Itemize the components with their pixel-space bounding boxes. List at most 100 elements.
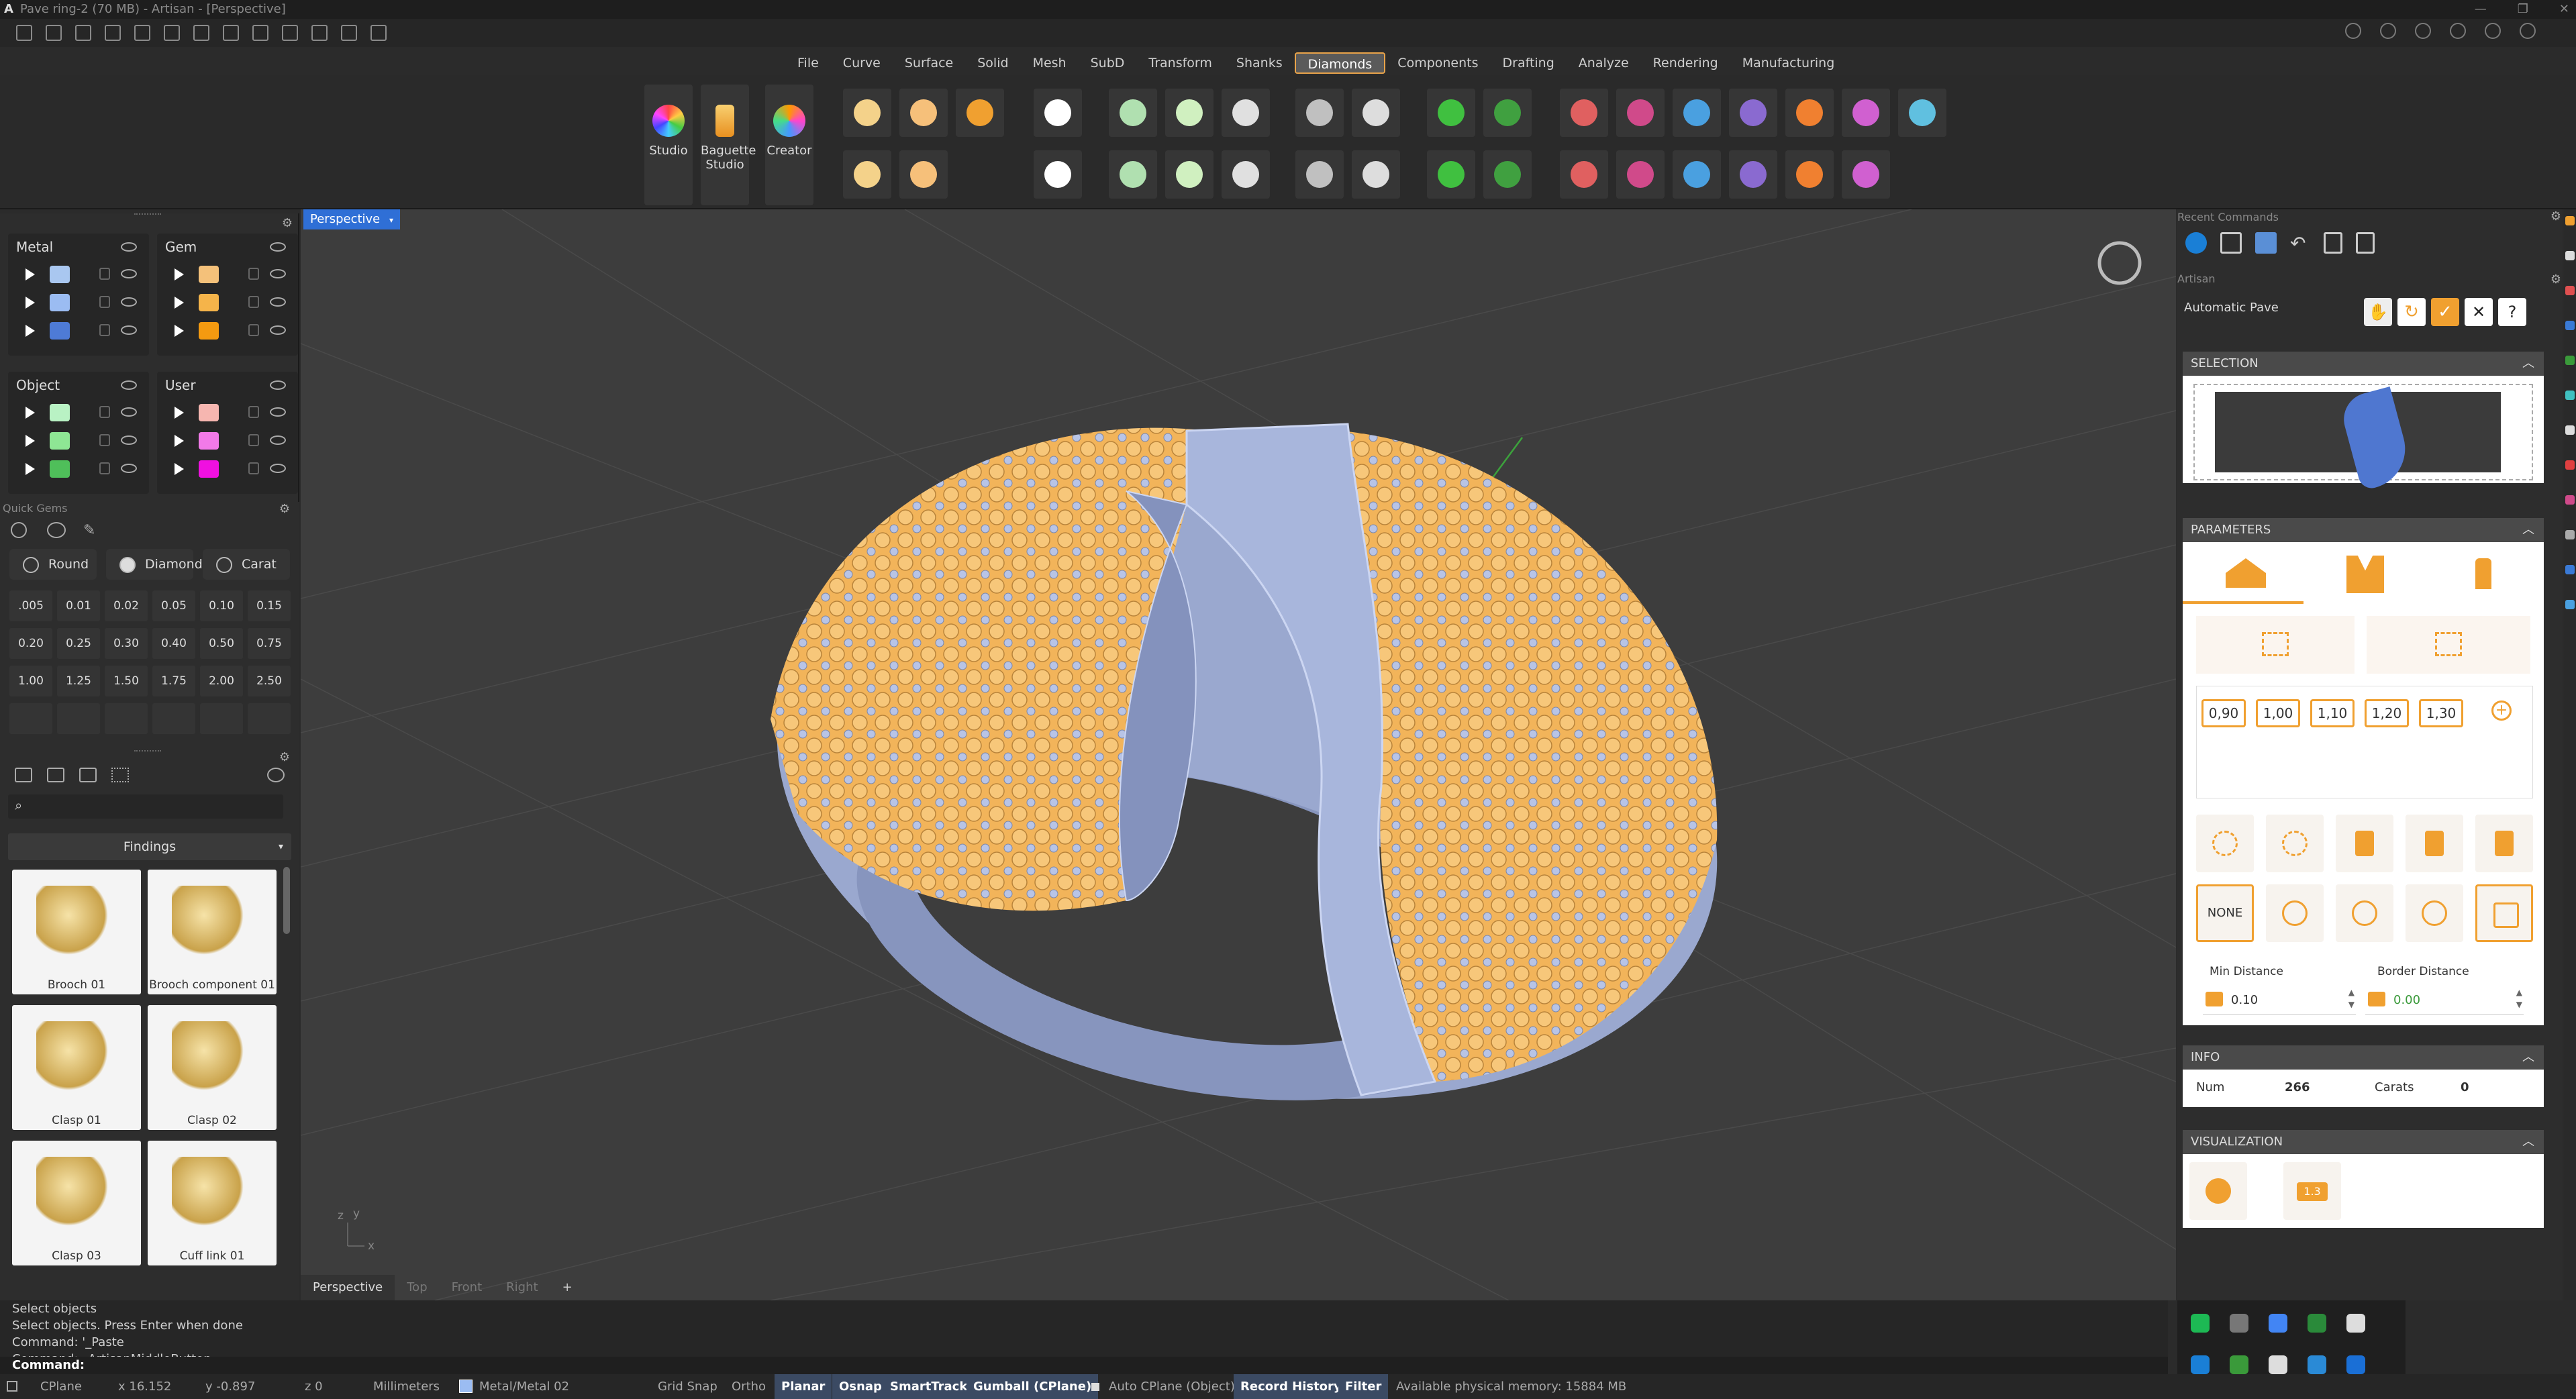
eye-icon[interactable] [121, 464, 137, 473]
cube-icon[interactable] [2415, 23, 2431, 39]
lock-icon[interactable] [248, 434, 259, 446]
lock-icon[interactable] [248, 296, 259, 308]
layer-row[interactable] [8, 289, 149, 317]
gem-size-button[interactable]: 0.02 [105, 590, 148, 621]
ribbon-tool-8-1[interactable] [1352, 150, 1400, 199]
tab-file[interactable]: File [785, 52, 831, 74]
expand-icon[interactable] [26, 463, 35, 475]
gem-size-value-button[interactable]: 1,30 [2419, 699, 2463, 727]
cplane-icon[interactable] [7, 1381, 17, 1392]
gem-shape-button[interactable] [105, 703, 148, 734]
ribbon-tool-7-0[interactable] [1295, 89, 1344, 137]
ribbon-tool-13-0[interactable] [1673, 89, 1721, 137]
filter-toggle[interactable]: Filter [1338, 1374, 1389, 1399]
expand-icon[interactable] [26, 297, 35, 309]
ribbon-tool-15-1[interactable] [1785, 150, 1834, 199]
gem-size-value-button[interactable]: 1,00 [2256, 699, 2300, 727]
info-header[interactable]: INFO ︿ [2183, 1045, 2544, 1070]
layers-icon[interactable] [2345, 23, 2361, 39]
gem-size-button[interactable]: 0.05 [152, 590, 195, 621]
ribbon-tool-11-0[interactable] [1560, 89, 1608, 137]
panel-grip[interactable] [134, 750, 161, 756]
gem-size-button[interactable]: 0.25 [57, 628, 100, 659]
open-folder-icon[interactable] [75, 25, 91, 41]
layer-color-swatch[interactable] [199, 460, 219, 478]
library-item[interactable]: Clasp 03 [12, 1141, 141, 1265]
save-as-icon[interactable] [193, 25, 209, 41]
delete-button[interactable] [2475, 815, 2533, 872]
parameters-header[interactable]: PARAMETERS ︿ [2183, 518, 2544, 542]
ribbon-tool-10-1[interactable] [1483, 150, 1532, 199]
side-tool-icon[interactable] [2565, 495, 2575, 505]
layer-row[interactable] [157, 260, 298, 289]
gem-size-button[interactable]: 0.50 [200, 628, 243, 659]
gem-size-button[interactable]: 0.10 [200, 590, 243, 621]
recent-command-1-icon[interactable] [2185, 232, 2207, 254]
eye-icon[interactable] [270, 380, 286, 390]
baguette-studio-button[interactable]: Baguette Studio [701, 85, 756, 205]
ribbon-tool-0-1[interactable] [843, 150, 891, 199]
eye-icon[interactable] [121, 435, 137, 445]
gear-icon[interactable]: ⚙ [279, 750, 290, 764]
expand-icon[interactable] [26, 325, 35, 337]
ribbon-tool-1-0[interactable] [899, 89, 948, 137]
refresh-icon[interactable]: ↻ [2397, 298, 2426, 326]
lock-icon[interactable] [248, 268, 259, 280]
tab-diamonds[interactable]: Diamonds [1294, 52, 1386, 74]
eye-icon[interactable] [121, 269, 137, 278]
viewport-title[interactable]: Perspective ▾ [303, 209, 401, 229]
minimize-icon[interactable]: — [2475, 0, 2487, 19]
tray-app-icon[interactable] [2269, 1314, 2287, 1333]
auto-fill-button[interactable] [2367, 616, 2530, 674]
expand-icon[interactable] [175, 297, 184, 309]
lock-icon[interactable] [99, 324, 110, 336]
gem-size-button[interactable]: 1.00 [9, 666, 52, 696]
layer-row[interactable] [157, 455, 298, 483]
visualization-header[interactable]: VISUALIZATION ︿ [2183, 1130, 2544, 1154]
new-file-icon[interactable] [16, 25, 32, 41]
tab-transform[interactable]: Transform [1136, 52, 1224, 74]
gear-tool-icon[interactable] [341, 25, 357, 41]
layer-group-header[interactable]: Object [8, 372, 149, 399]
folder-icon[interactable] [15, 768, 32, 782]
pattern-1-button[interactable] [2266, 884, 2324, 942]
expand-icon[interactable] [175, 463, 184, 475]
lock-icon[interactable] [248, 462, 259, 474]
eye-icon[interactable] [270, 407, 286, 417]
gem-size-button[interactable]: 1.50 [105, 666, 148, 696]
gem-size-button[interactable]: 0.01 [57, 590, 100, 621]
eye-icon[interactable] [270, 269, 286, 278]
side-tool-icon[interactable] [2565, 425, 2575, 435]
save-icon[interactable] [164, 25, 180, 41]
tab-drafting[interactable]: Drafting [1491, 52, 1567, 74]
expand-icon[interactable] [175, 435, 184, 447]
expand-icon[interactable] [26, 435, 35, 447]
save-icon[interactable] [2220, 232, 2242, 254]
ribbon-tool-14-0[interactable] [1729, 89, 1777, 137]
tab-rendering[interactable]: Rendering [1641, 52, 1730, 74]
panel-grip[interactable] [134, 213, 161, 219]
gem-shape-button[interactable] [9, 703, 52, 734]
lasso-icon[interactable] [282, 25, 298, 41]
gem-size-value-button[interactable]: 1,10 [2310, 699, 2355, 727]
expand-icon[interactable] [175, 407, 184, 419]
library-import-icon[interactable] [79, 768, 97, 782]
units-label[interactable]: Millimeters [373, 1374, 440, 1399]
library-item[interactable]: Brooch 01 [12, 870, 141, 994]
layer-group-header[interactable]: User [157, 372, 298, 399]
layer-row[interactable] [8, 317, 149, 345]
lock-icon[interactable] [99, 406, 110, 418]
layer-row[interactable] [8, 399, 149, 427]
ribbon-tool-15-0[interactable] [1785, 89, 1834, 137]
side-tool-icon[interactable] [2565, 600, 2575, 609]
shape-round-dropdown[interactable]: Round [9, 549, 97, 580]
layer-color-swatch[interactable] [50, 322, 70, 340]
layer-row[interactable] [157, 289, 298, 317]
gem-size-value-button[interactable]: 0,90 [2201, 699, 2246, 727]
ribbon-tool-16-1[interactable] [1842, 150, 1890, 199]
show-size-button[interactable]: 1.3 [2283, 1162, 2341, 1220]
gem-size-button[interactable]: 1.25 [57, 666, 100, 696]
ribbon-tool-10-0[interactable] [1483, 89, 1532, 137]
layer-color-swatch[interactable] [50, 460, 70, 478]
lock-icon[interactable] [248, 324, 259, 336]
